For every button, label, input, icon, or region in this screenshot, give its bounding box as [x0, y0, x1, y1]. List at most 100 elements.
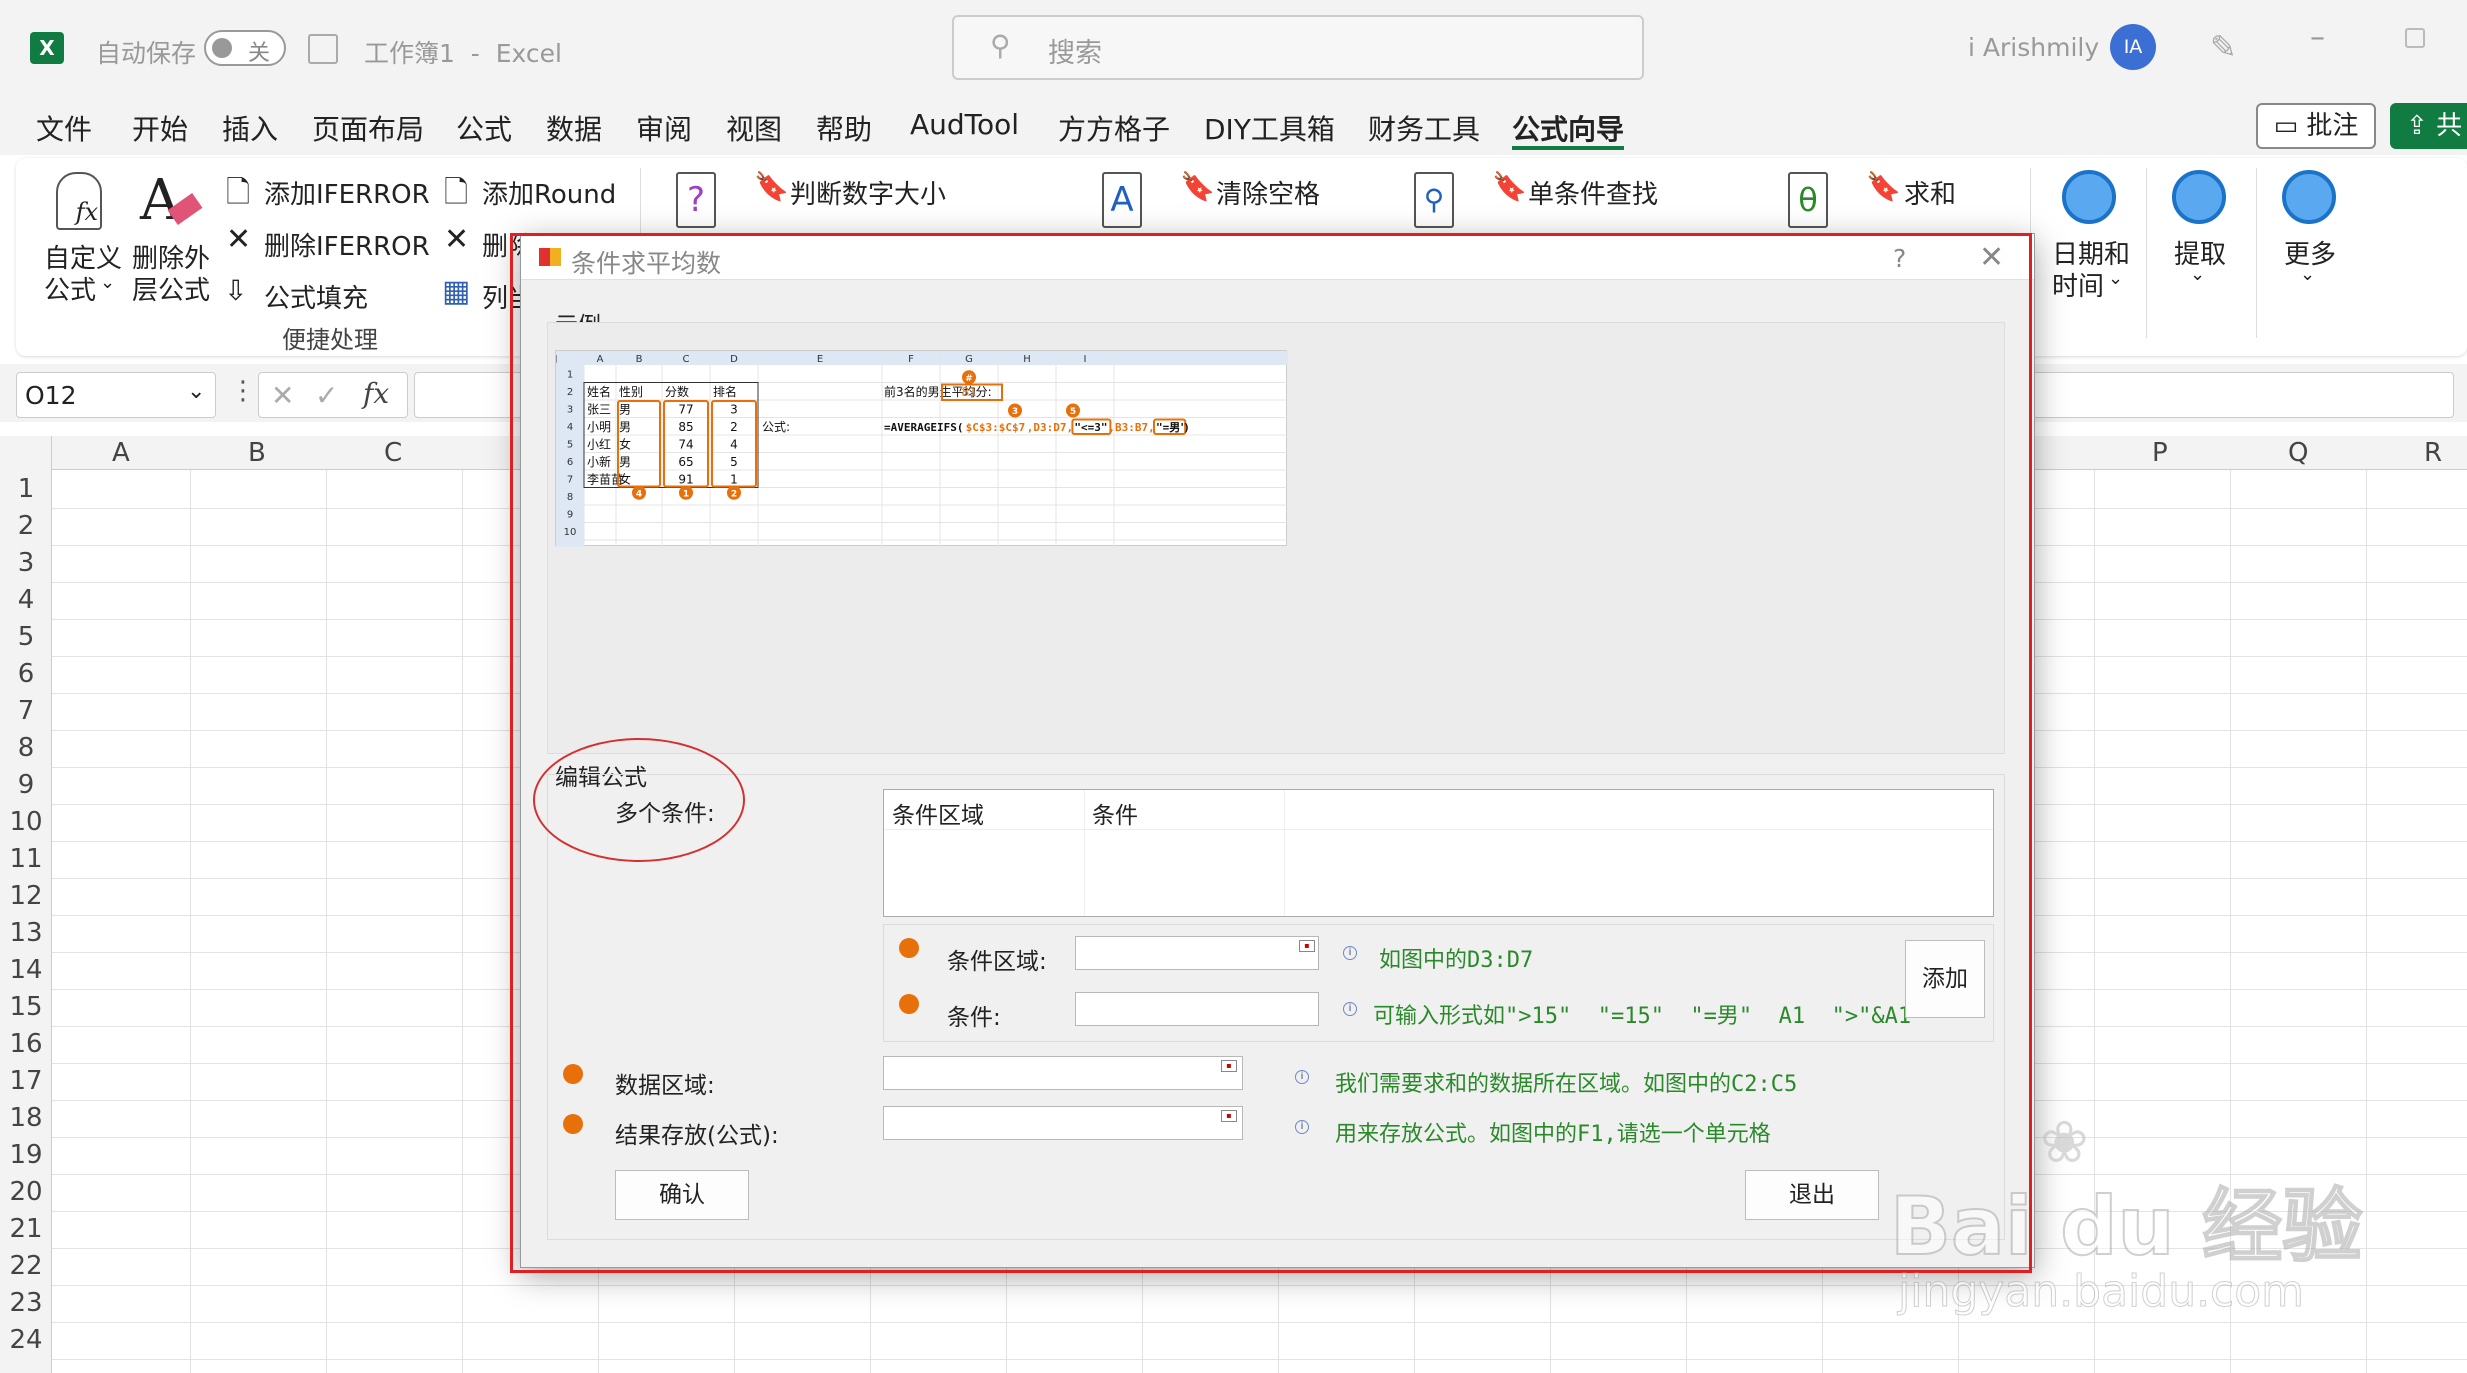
save-icon[interactable] [308, 34, 338, 64]
exit-button[interactable]: 退出 [1745, 1170, 1879, 1220]
range-picker-icon[interactable]: ▪ [1221, 1060, 1237, 1072]
datetime-label-2[interactable]: 时间 [2052, 266, 2104, 303]
result-label: 结果存放(公式): [615, 1123, 779, 1149]
menu-formulas[interactable]: 公式 [456, 108, 512, 148]
row-header-1[interactable]: 1 [0, 474, 52, 504]
ex-table-cell: 女 [619, 437, 631, 452]
column-header-C[interactable]: C [384, 438, 402, 468]
row-header-18[interactable]: 18 [0, 1103, 52, 1133]
column-header-P[interactable]: P [2152, 438, 2168, 468]
menu-home[interactable]: 开始 [132, 108, 188, 148]
row-header-23[interactable]: 23 [0, 1288, 52, 1318]
active-tab-underline [1512, 146, 1624, 150]
cancel-icon[interactable]: ✕ [271, 379, 294, 412]
minimize-icon[interactable]: – [2310, 20, 2325, 55]
name-box[interactable]: O12 ⌄ [16, 372, 216, 418]
conditions-table[interactable]: 条件区域 条件 [883, 789, 1994, 917]
ex-marker-label: 1 [683, 489, 689, 499]
data-range-hint: 我们需要求和的数据所在区域。如图中的C2:C5 [1335, 1072, 1798, 1097]
menu-insert[interactable]: 插入 [222, 108, 278, 148]
row-header-22[interactable]: 22 [0, 1251, 52, 1281]
custom-formula-label-2[interactable]: 公式 [44, 270, 96, 307]
more-options-icon[interactable]: ⋮ [230, 376, 256, 406]
lookup-book-icon: ⚲ [1414, 172, 1454, 228]
menu-diy[interactable]: DIY工具箱 [1204, 108, 1335, 148]
confirm-icon[interactable]: ✓ [315, 379, 338, 412]
question-book-icon: ? [676, 172, 716, 228]
menu-finance[interactable]: 财务工具 [1368, 108, 1480, 148]
help-icon[interactable]: ? [1893, 244, 1906, 273]
range-picker-icon[interactable]: ▪ [1299, 940, 1315, 952]
restore-icon[interactable] [2405, 28, 2425, 48]
row-header-7[interactable]: 7 [0, 696, 52, 726]
delete-outer-label-2[interactable]: 层公式 [132, 270, 210, 307]
row-header-16[interactable]: 16 [0, 1029, 52, 1059]
search-box[interactable]: ⚲ 搜索 [952, 15, 1644, 80]
formula-fill-icon: ⇩ [224, 274, 248, 307]
range-picker-icon[interactable]: ▪ [1221, 1110, 1237, 1122]
pen-icon[interactable]: ✎ [2210, 28, 2237, 66]
menu-help[interactable]: 帮助 [816, 108, 872, 148]
menu-audtool[interactable]: AudTool [910, 108, 1019, 141]
row-header-6[interactable]: 6 [0, 659, 52, 689]
menu-ffgz[interactable]: 方方格子 [1058, 108, 1170, 148]
table-header-cond-range[interactable]: 条件区域 [892, 796, 984, 830]
confirm-button[interactable]: 确认 [615, 1170, 749, 1220]
row-header-9[interactable]: 9 [0, 770, 52, 800]
column-header-R[interactable]: R [2424, 438, 2442, 468]
menu-formula-wizard[interactable]: 公式向导 [1512, 108, 1624, 148]
add-iferror-button[interactable]: 添加IFERROR [264, 174, 430, 211]
result-input[interactable] [883, 1106, 1243, 1140]
row-header-17[interactable]: 17 [0, 1066, 52, 1096]
table-header-cond[interactable]: 条件 [1092, 796, 1138, 830]
ex-table-cell: 5 [730, 455, 738, 469]
cond-range-input[interactable] [1075, 936, 1319, 970]
ex-table-cell: 74 [678, 438, 693, 452]
row-header-20[interactable]: 20 [0, 1177, 52, 1207]
menu-data[interactable]: 数据 [546, 108, 602, 148]
row-header-19[interactable]: 19 [0, 1140, 52, 1170]
add-button[interactable]: 添加 [1905, 940, 1985, 1018]
ex-row-header: 5 [567, 440, 573, 451]
data-range-input[interactable] [883, 1056, 1243, 1090]
row-header-21[interactable]: 21 [0, 1214, 52, 1244]
row-header-8[interactable]: 8 [0, 733, 52, 763]
column-gridline [462, 470, 463, 1373]
column-header-B[interactable]: B [248, 438, 266, 468]
close-icon[interactable]: ✕ [1979, 240, 2004, 275]
column-header-Q[interactable]: Q [2288, 438, 2308, 468]
add-round-button[interactable]: 添加Round [482, 174, 616, 211]
row-header-10[interactable]: 10 [0, 807, 52, 837]
share-button[interactable]: ⇪ 共 [2390, 103, 2467, 149]
user-name[interactable]: i Arishmily [1968, 33, 2099, 62]
clear-space-button[interactable]: 清除空格 [1216, 174, 1320, 211]
sum-button[interactable]: 求和 [1904, 174, 1956, 211]
row-header-13[interactable]: 13 [0, 918, 52, 948]
menu-review[interactable]: 审阅 [636, 108, 692, 148]
row-header-11[interactable]: 11 [0, 844, 52, 874]
row-header-5[interactable]: 5 [0, 622, 52, 652]
row-header-3[interactable]: 3 [0, 548, 52, 578]
menu-page-layout[interactable]: 页面布局 [312, 108, 424, 148]
comment-button[interactable]: ▭ 批注 [2256, 103, 2376, 149]
row-header-15[interactable]: 15 [0, 992, 52, 1022]
del-iferror-button[interactable]: 删除IFERROR [264, 226, 430, 263]
menu-view[interactable]: 视图 [726, 108, 782, 148]
function-icon[interactable]: fx [363, 377, 389, 410]
chevron-down-icon[interactable]: ⌄ [187, 379, 205, 404]
row-header-24[interactable]: 24 [0, 1325, 52, 1355]
single-lookup-button[interactable]: 单条件查找 [1528, 174, 1658, 211]
row-header-12[interactable]: 12 [0, 881, 52, 911]
autosave-toggle[interactable]: 关 [204, 30, 286, 66]
formula-fill-button[interactable]: 公式填充 [264, 278, 368, 315]
row-header-2[interactable]: 2 [0, 511, 52, 541]
column-header-A[interactable]: A [112, 438, 130, 468]
judge-digit-button[interactable]: 判断数字大小 [790, 174, 946, 211]
menu-file[interactable]: 文件 [36, 108, 92, 148]
row-header-4[interactable]: 4 [0, 585, 52, 615]
autosave-label: 自动保存 [96, 39, 197, 68]
autosave-state: 关 [248, 41, 271, 66]
cond-input[interactable] [1075, 992, 1319, 1026]
avatar[interactable]: IA [2110, 24, 2156, 70]
row-header-14[interactable]: 14 [0, 955, 52, 985]
